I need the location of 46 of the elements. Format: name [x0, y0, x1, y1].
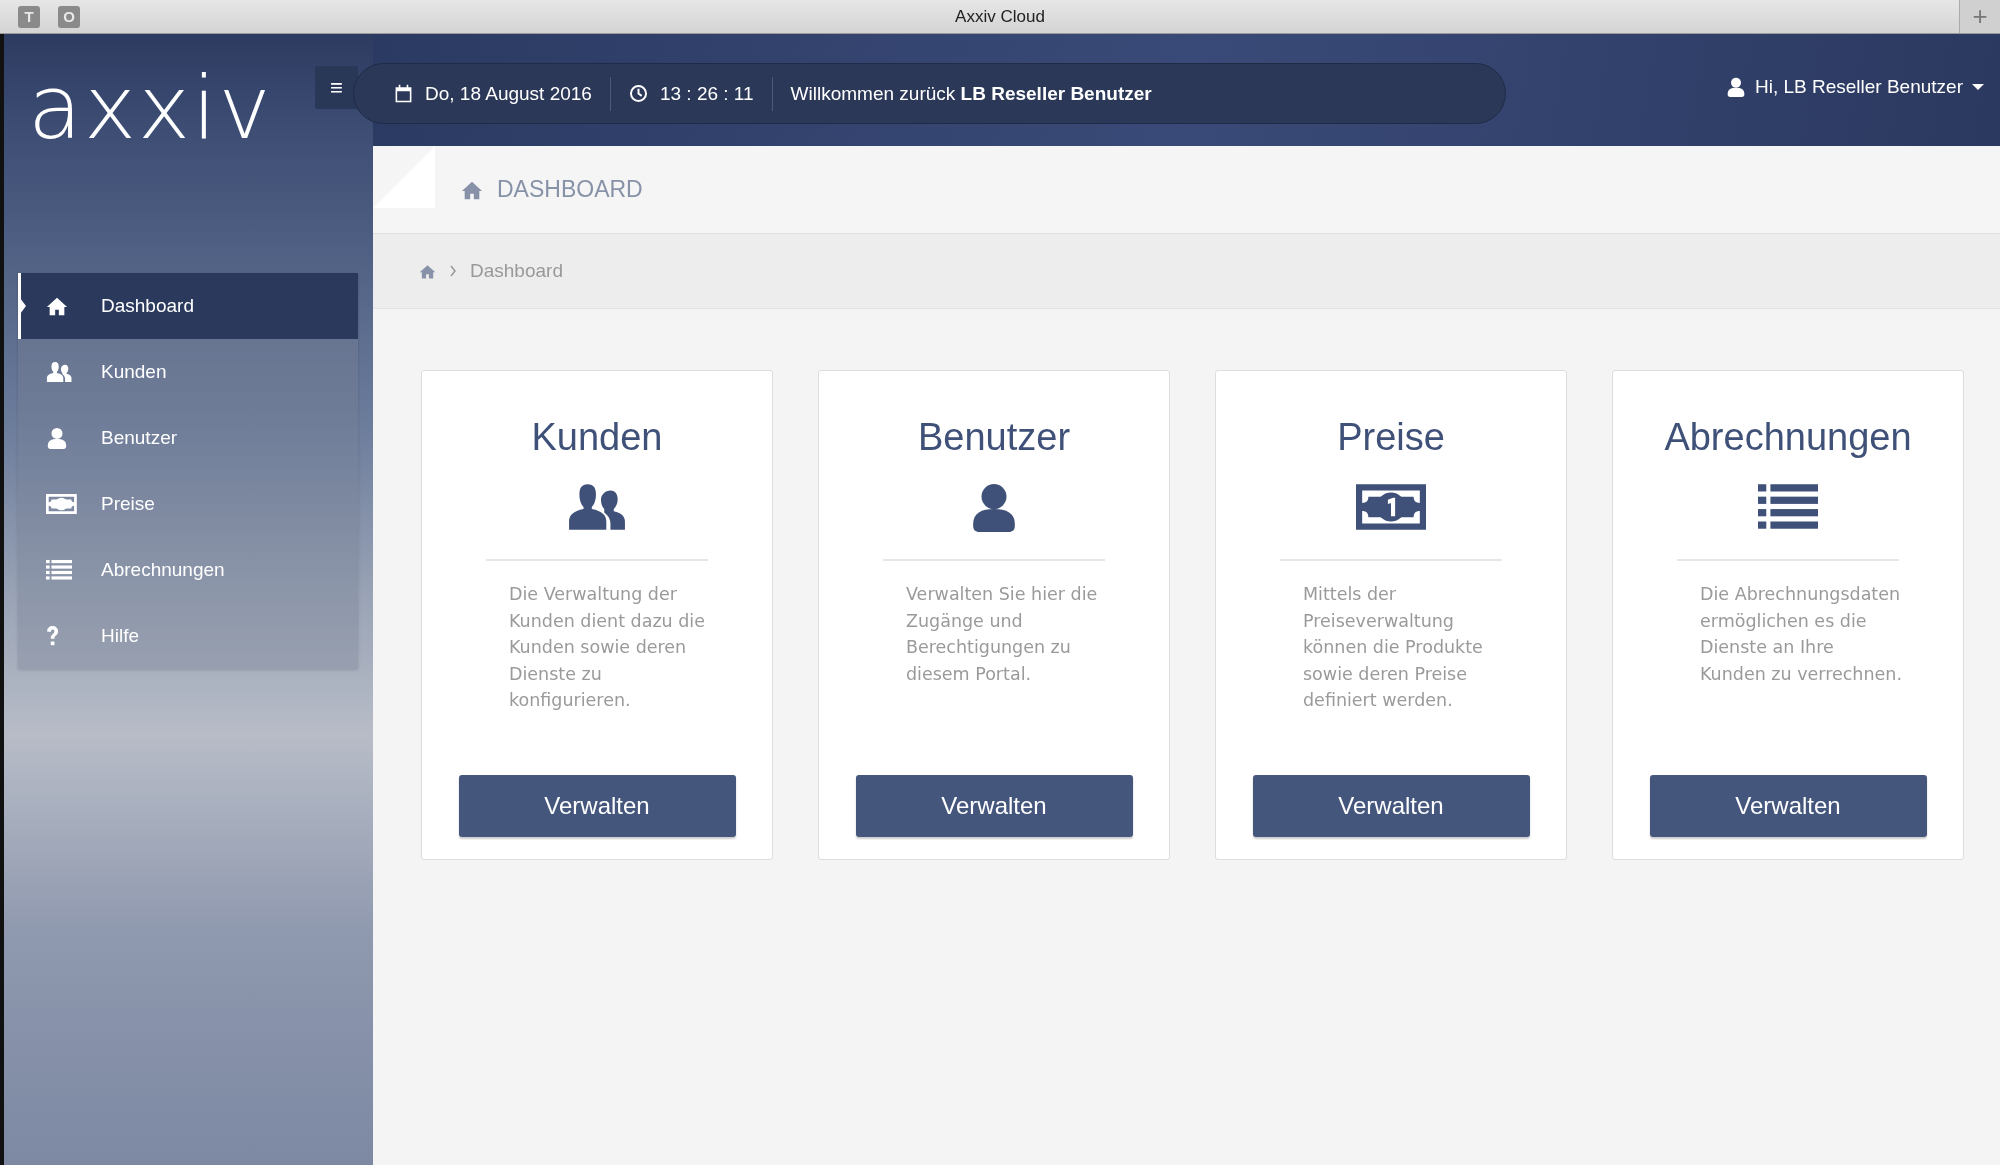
active-pointer	[20, 298, 26, 314]
list-icon	[1758, 482, 1818, 532]
welcome-text: Willkommen zurück LB Reseller Benutzer	[790, 82, 1152, 105]
manage-button[interactable]: Verwalten	[1252, 775, 1530, 837]
users-icon	[46, 361, 73, 383]
calendar-icon	[394, 84, 413, 103]
breadcrumb-item: Dashboard	[470, 260, 563, 282]
clock-icon	[628, 84, 648, 103]
home-icon	[46, 295, 68, 317]
sidebar-item[interactable]: Benutzer	[18, 405, 358, 471]
toolbar-button[interactable]: O	[58, 5, 80, 28]
page-title: DASHBOARD	[497, 176, 643, 203]
menu-button[interactable]: ≡	[315, 66, 358, 109]
help-icon	[46, 625, 60, 647]
sidebar-item[interactable]: Kunden	[18, 339, 358, 405]
sidebar-item[interactable]: Abrechnungen	[18, 537, 358, 603]
users-icon	[567, 482, 627, 532]
card-title: Benutzer	[917, 416, 1071, 459]
window-title: Axxiv Cloud	[955, 6, 1045, 26]
card-title: Preise	[1337, 416, 1445, 459]
date-text: Do, 18 August 2016	[425, 82, 592, 105]
sidebar-item[interactable]: Preise	[18, 471, 358, 537]
toolbar-button[interactable]: T	[18, 5, 40, 28]
manage-button[interactable]: Verwalten	[855, 775, 1133, 837]
home-link[interactable]	[419, 262, 436, 280]
card-description: Die Abrechnungsdaten ermöglichen es die Dienste an Ihre Kunden zu verrechnen.	[1700, 583, 1903, 686]
card-title: Abrechnungen	[1664, 416, 1912, 459]
sidebar-item[interactable]: Hilfe	[18, 603, 358, 669]
user-menu[interactable]: Hi, LB Reseller Benutzer	[1725, 76, 1984, 98]
card-title: Kunden	[531, 416, 663, 459]
banknote-icon	[1356, 482, 1426, 532]
caret-icon	[1972, 84, 1984, 90]
user-icon	[46, 427, 68, 449]
manage-button[interactable]: Verwalten	[458, 775, 736, 837]
chevron-icon	[450, 265, 456, 277]
user-icon	[1725, 77, 1746, 97]
list-icon	[46, 559, 73, 581]
card-description: Verwalten Sie hier die Zugänge und Berechtigungen zu diesem Portal.	[906, 583, 1099, 686]
banknote-icon	[46, 493, 77, 515]
logo: axxiv	[28, 64, 273, 152]
time-text: 13 : 26 : 11	[659, 82, 754, 105]
card-description: Mittels der Preiseverwaltung können die Produkte sowie deren Preise definiert werden.	[1303, 583, 1484, 712]
manage-button[interactable]: Verwalten	[1649, 775, 1927, 837]
card-description: Die Verwaltung der Kunden dient dazu die Kunden sowie deren Dienste zu konfigurieren.	[509, 583, 706, 712]
sidebar-item[interactable]: Dashboard	[18, 273, 358, 339]
new-tab-button[interactable]: +	[1959, 0, 2000, 33]
